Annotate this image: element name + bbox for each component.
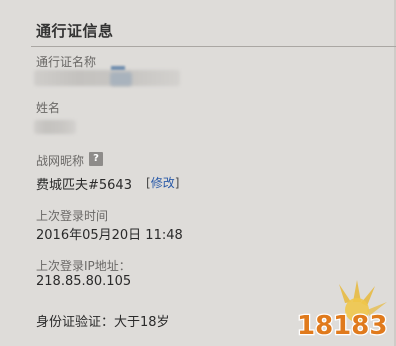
last-login-ip-value: 218.85.80.105 <box>36 274 132 289</box>
title-divider <box>31 46 396 47</box>
id-verification-status: 身份证验证：大于18岁 <box>36 315 170 330</box>
battle-tag-value: 费城匹夫#5643 <box>36 178 132 193</box>
modify-battle-tag-link[interactable]: [修改] <box>146 174 179 191</box>
section-title: 通行证信息 <box>36 22 114 40</box>
account-info-panel: 通行证信息 通行证名称 姓名 战网昵称 ? 费城匹夫#5643 [修改] 上次登… <box>0 0 396 346</box>
help-glyph: ? <box>93 153 99 164</box>
modify-link-label: 修改 <box>150 176 175 190</box>
real-name-value-redacted <box>34 120 76 134</box>
question-mark-icon[interactable]: ? <box>89 152 103 166</box>
real-name-label: 姓名 <box>36 101 61 115</box>
last-login-ip-label: 上次登录IP地址： <box>36 259 131 273</box>
site-watermark-logo: 18183 <box>296 280 389 342</box>
last-login-time-label: 上次登录时间 <box>36 209 109 223</box>
watermark-text: 18183 <box>297 311 387 341</box>
battle-tag-label: 战网昵称 <box>36 154 85 168</box>
last-login-time-value: 2016年05月20日 11:48 <box>36 228 183 243</box>
modify-bracket-close: ] <box>174 176 180 190</box>
account-name-label: 通行证名称 <box>36 55 97 69</box>
